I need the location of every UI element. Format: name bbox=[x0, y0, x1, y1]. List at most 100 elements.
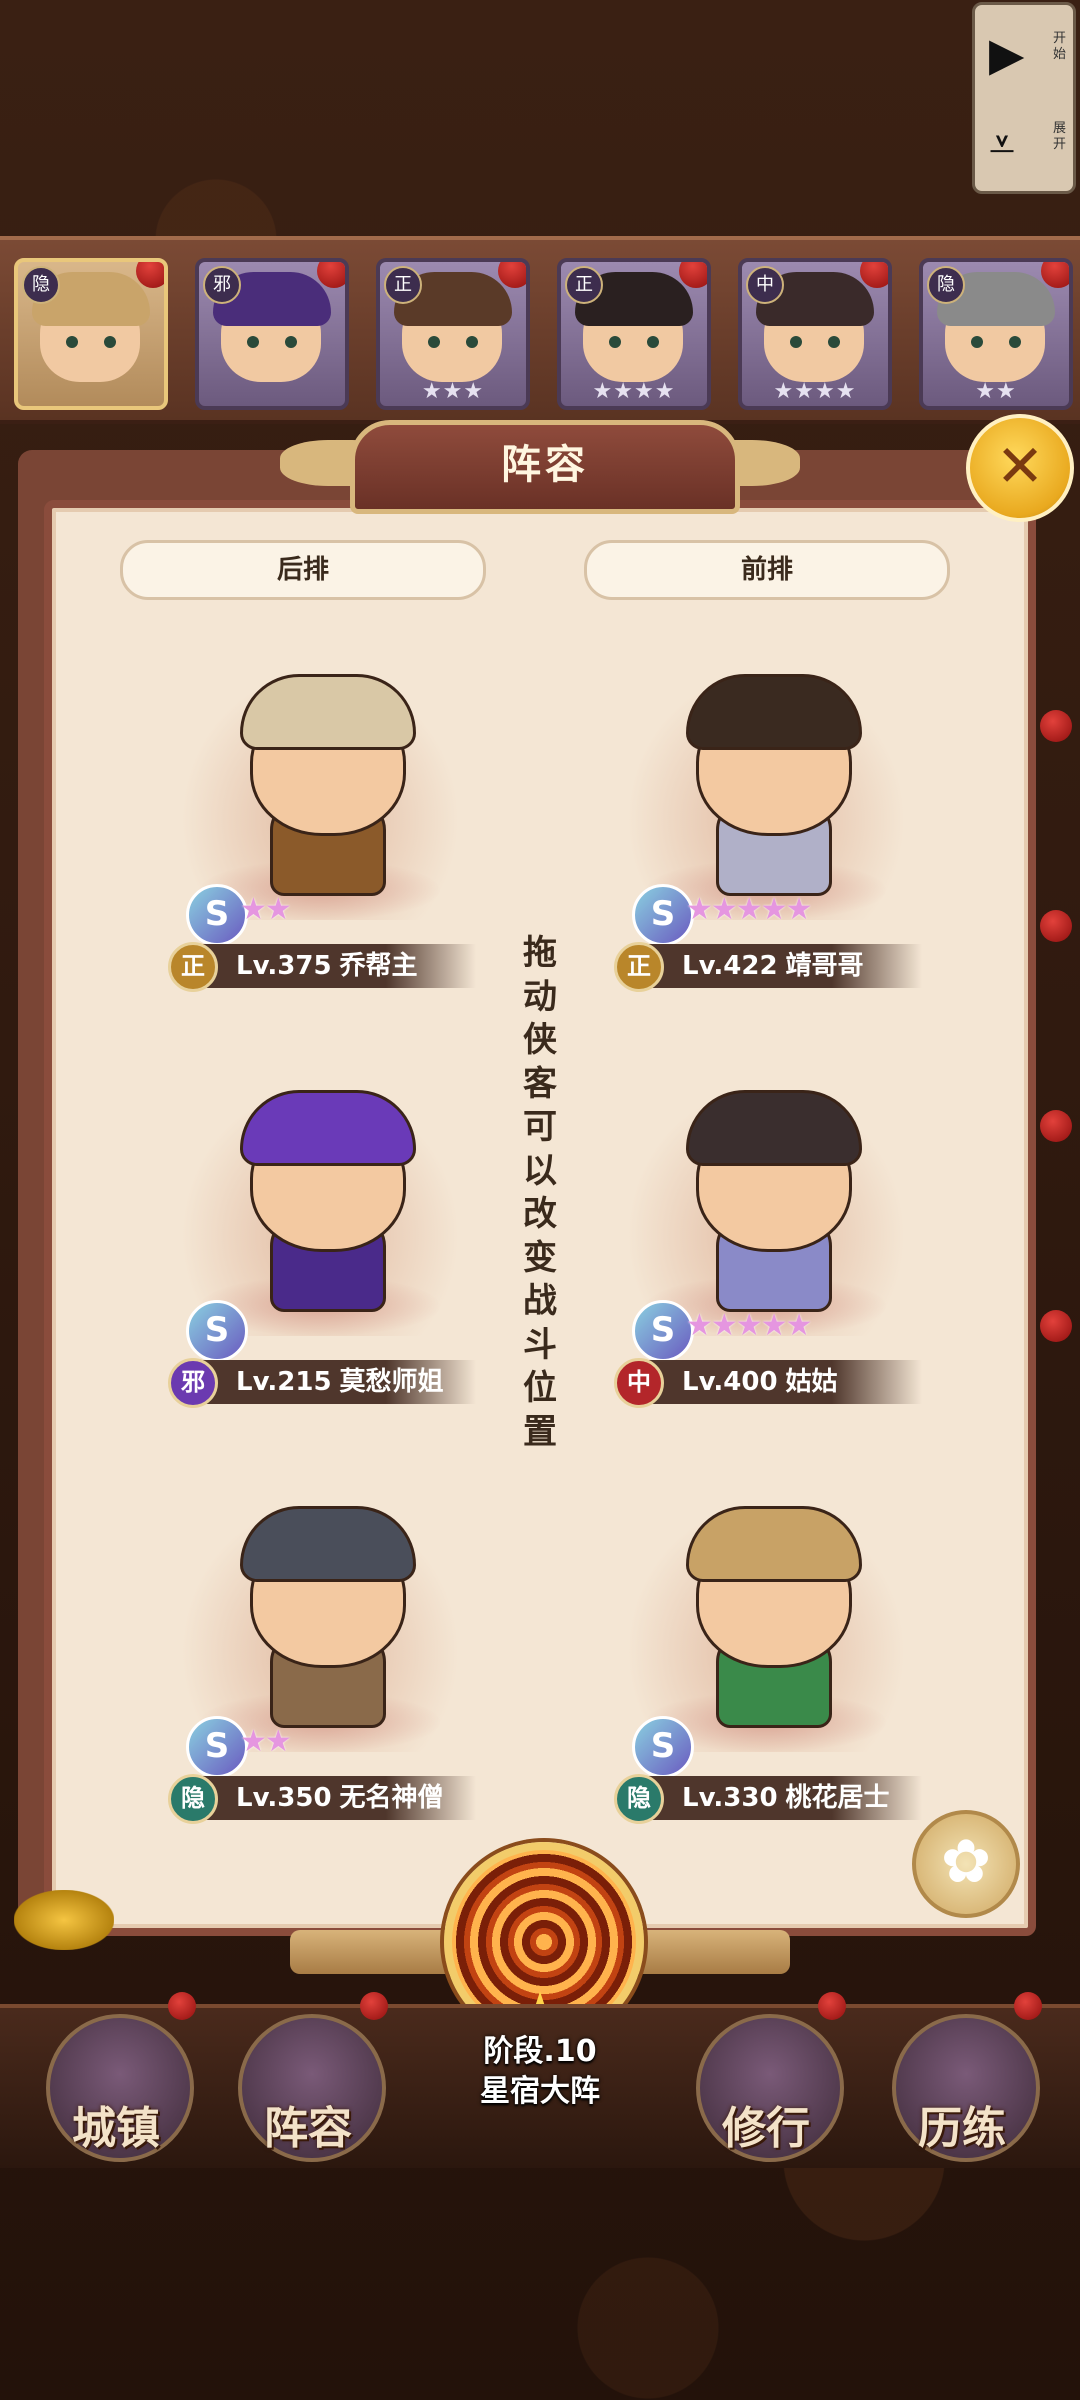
close-button[interactable]: ✕ bbox=[966, 414, 1074, 522]
hero-card[interactable]: 隐 ★★ bbox=[919, 258, 1073, 410]
hero-card[interactable]: 隐 bbox=[14, 258, 168, 410]
hero-eye bbox=[66, 336, 78, 348]
notification-dot bbox=[498, 262, 526, 288]
notification-dot bbox=[168, 1992, 196, 2020]
hero-stars: ★★ bbox=[240, 892, 292, 927]
hero-name: 莫愁师姐 bbox=[339, 1367, 444, 1397]
hero-level-bar: Lv.400 姑姑 bbox=[622, 1360, 922, 1404]
notification-dot bbox=[1014, 1992, 1042, 2020]
hero-card[interactable]: 正 ★★★★ bbox=[557, 258, 711, 410]
rank-s-icon: S bbox=[186, 1716, 248, 1778]
rank-s-icon: S bbox=[186, 884, 248, 946]
hero-eye bbox=[285, 336, 297, 348]
notification-dot bbox=[360, 1992, 388, 2020]
nav-label: 修行 bbox=[722, 2103, 810, 2154]
notification-dot bbox=[1040, 710, 1072, 742]
notification-dot bbox=[818, 1992, 846, 2020]
hero-eye bbox=[647, 336, 659, 348]
hero-name: 无名神僧 bbox=[339, 1783, 444, 1813]
start-button[interactable]: ▶ 开始 bbox=[975, 11, 1073, 101]
hero-headwear bbox=[686, 1090, 862, 1166]
faction-badge: 邪 bbox=[203, 266, 241, 304]
faction-badge: 正 bbox=[614, 942, 664, 992]
hero-eye bbox=[971, 336, 983, 348]
notification-dot bbox=[1040, 910, 1072, 942]
notification-dot bbox=[679, 262, 707, 288]
hero-card[interactable]: 正 ★★★ bbox=[376, 258, 530, 410]
hero-headwear bbox=[686, 674, 862, 750]
rank-s-icon: S bbox=[632, 1300, 694, 1362]
expand-button[interactable]: ⩡ 展开 bbox=[975, 101, 1073, 191]
hero-eye bbox=[466, 336, 478, 348]
hero-card[interactable]: 中 ★★★★ bbox=[738, 258, 892, 410]
hero-level: Lv.422 bbox=[682, 951, 778, 981]
hero-level-bar: Lv.422 靖哥哥 bbox=[622, 944, 922, 988]
hero-eye bbox=[428, 336, 440, 348]
hero-slot[interactable]: S ★★ Lv.350 无名神僧隐 bbox=[140, 1492, 500, 1824]
notification-dot bbox=[1041, 262, 1069, 288]
hero-name: 乔帮主 bbox=[339, 951, 418, 981]
control-panel: ▶ 开始 ⩡ 展开 bbox=[972, 2, 1076, 194]
notification-dot bbox=[1040, 1110, 1072, 1142]
hero-stars: ★★★★ bbox=[773, 379, 857, 404]
faction-badge: 中 bbox=[614, 1358, 664, 1408]
stage-level: 阶段.10 bbox=[483, 2034, 597, 2069]
faction-badge: 正 bbox=[565, 266, 603, 304]
hero-headwear bbox=[686, 1506, 862, 1582]
hero-name: 靖哥哥 bbox=[785, 951, 864, 981]
hero-card[interactable]: 邪 bbox=[195, 258, 349, 410]
faction-badge: 中 bbox=[746, 266, 784, 304]
nav-label: 阵容 bbox=[264, 2103, 352, 2154]
rank-s-icon: S bbox=[632, 884, 694, 946]
back-row-header: 后排 bbox=[120, 540, 486, 600]
hero-stars: ★★ bbox=[240, 1724, 292, 1759]
expand-label: 展开 bbox=[1053, 121, 1067, 152]
hero-eye bbox=[828, 336, 840, 348]
faction-badge: 隐 bbox=[614, 1774, 664, 1824]
hero-level: Lv.215 bbox=[236, 1367, 332, 1397]
hero-level-bar: Lv.350 无名神僧 bbox=[176, 1776, 476, 1820]
hero-level: Lv.400 bbox=[682, 1367, 778, 1397]
hero-level: Lv.330 bbox=[682, 1783, 778, 1813]
hero-stars: ★★★★ bbox=[592, 379, 676, 404]
hero-eye bbox=[609, 336, 621, 348]
formation-flower-button[interactable]: ✿ bbox=[912, 1810, 1020, 1918]
faction-badge: 正 bbox=[384, 266, 422, 304]
gold-cloud-ornament bbox=[14, 1890, 114, 1950]
hero-headwear bbox=[240, 1090, 416, 1166]
start-label: 开始 bbox=[1053, 31, 1067, 62]
rank-s-icon: S bbox=[186, 1300, 248, 1362]
faction-badge: 隐 bbox=[927, 266, 965, 304]
hero-headwear bbox=[240, 1506, 416, 1582]
hero-slot[interactable]: S ★★★★★ Lv.400 姑姑中 bbox=[586, 1076, 946, 1408]
drag-hint-text: 拖动侠客可以改变战斗位置 bbox=[523, 933, 557, 1452]
hero-level-bar: Lv.375 乔帮主 bbox=[176, 944, 476, 988]
hero-eye bbox=[1009, 336, 1021, 348]
close-icon: ✕ bbox=[995, 432, 1045, 500]
hero-slot[interactable]: S ★★ Lv.375 乔帮主正 bbox=[140, 660, 500, 992]
hero-slot[interactable]: S Lv.215 莫愁师姐 邪 bbox=[140, 1076, 500, 1408]
faction-badge: 邪 bbox=[168, 1358, 218, 1408]
faction-badge: 隐 bbox=[22, 266, 60, 304]
front-row-header: 前排 bbox=[584, 540, 950, 600]
hero-stars: ★★ bbox=[975, 379, 1017, 404]
play-icon: ▶ bbox=[989, 27, 1025, 81]
hero-name: 姑姑 bbox=[785, 1367, 838, 1397]
hero-eye bbox=[790, 336, 802, 348]
nav-label: 城镇 bbox=[72, 2103, 160, 2154]
notification-dot bbox=[136, 262, 164, 288]
stage-name: 星宿大阵 bbox=[480, 2074, 600, 2109]
hero-stars: ★★★★★ bbox=[686, 1308, 812, 1343]
notification-dot bbox=[1040, 1310, 1072, 1342]
flower-icon: ✿ bbox=[940, 1827, 992, 1897]
hero-level-bar: Lv.330 桃花居士 bbox=[622, 1776, 922, 1820]
faction-badge: 正 bbox=[168, 942, 218, 992]
rank-s-icon: S bbox=[632, 1716, 694, 1778]
collapse-down-icon: ⩡ bbox=[989, 117, 1015, 171]
hero-slot[interactable]: S ★★★★★ Lv.422 靖哥哥正 bbox=[586, 660, 946, 992]
notification-dot bbox=[317, 262, 345, 288]
hero-level: Lv.375 bbox=[236, 951, 332, 981]
nav-label: 历练 bbox=[918, 2103, 1006, 2154]
hero-stars: ★★★ bbox=[421, 379, 485, 404]
hero-slot[interactable]: S Lv.330 桃花居士隐 bbox=[586, 1492, 946, 1824]
